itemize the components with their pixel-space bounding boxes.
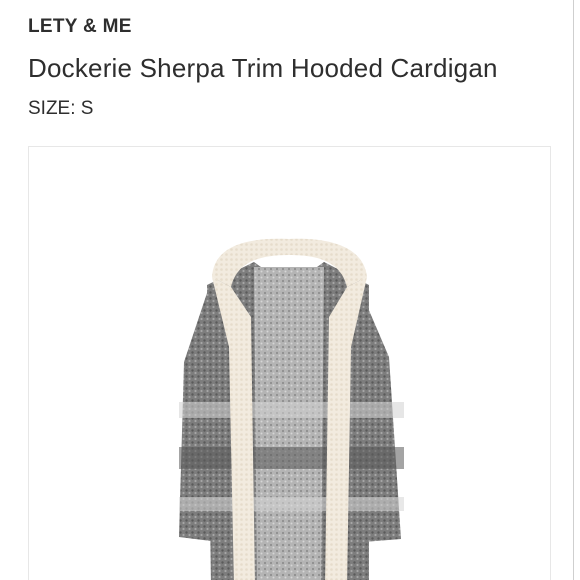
- product-title: Dockerie Sherpa Trim Hooded Cardigan: [28, 53, 498, 83]
- size-label: SIZE: S: [28, 98, 94, 119]
- cardigan-image: [179, 238, 404, 580]
- product-image-card[interactable]: [28, 146, 551, 580]
- product-detail-page: LETY & ME Dockerie Sherpa Trim Hooded Ca…: [0, 0, 580, 580]
- inner-back: [254, 267, 324, 580]
- brand-name[interactable]: LETY & ME: [28, 16, 132, 38]
- scroll-edge-divider: [573, 0, 574, 580]
